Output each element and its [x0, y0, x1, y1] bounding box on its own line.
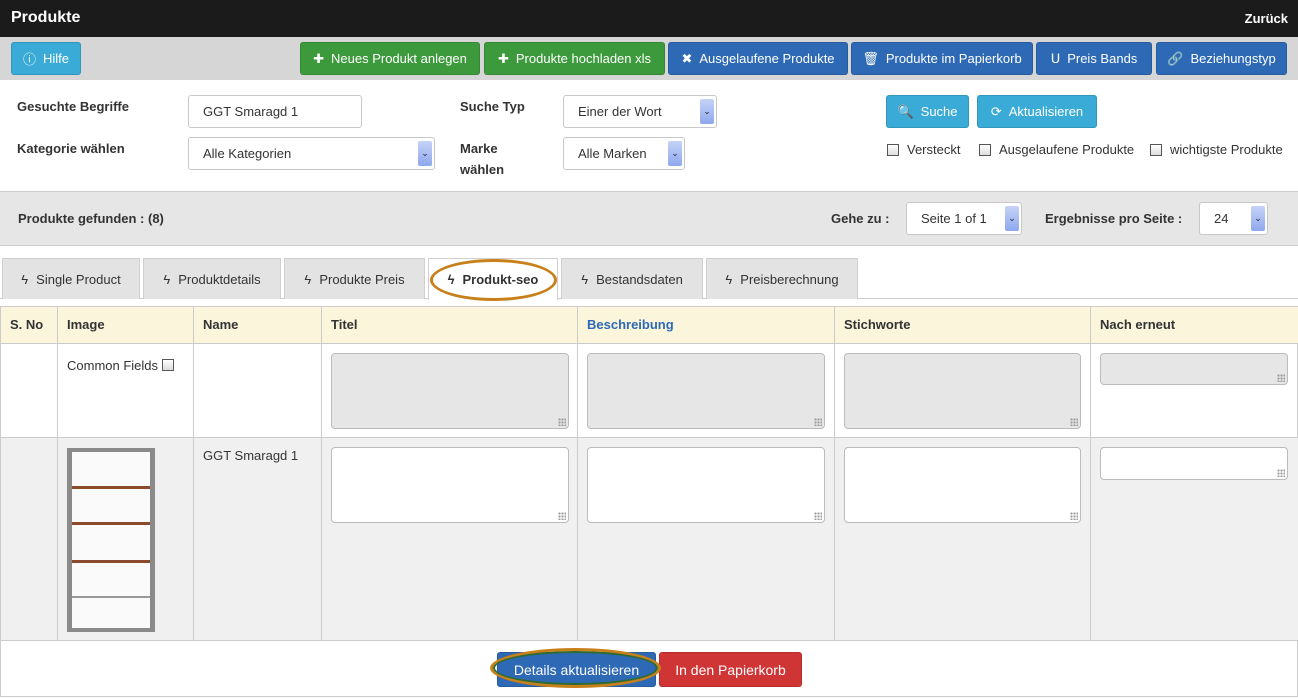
bolt-icon: ϟ	[163, 271, 171, 287]
keywords-textarea[interactable]	[844, 447, 1081, 523]
bolt-icon: ϟ	[725, 271, 733, 287]
col-titel: Titel	[322, 307, 578, 344]
discontinued-checkbox[interactable]: Ausgelaufene Produkte	[979, 142, 1134, 157]
per-page-label: Ergebnisse pro Seite :	[1045, 211, 1183, 226]
back-link[interactable]: Zurück	[1245, 11, 1288, 26]
results-bar: Produkte gefunden : (8) Gehe zu : Seite …	[0, 191, 1298, 246]
search-icon: 🔍	[897, 103, 914, 119]
upload-xls-button[interactable]: ✚ Produkte hochladen xls	[484, 42, 665, 75]
move-to-trash-button[interactable]: In den Papierkorb	[659, 652, 802, 687]
common-description-textarea[interactable]	[587, 353, 825, 429]
search-button[interactable]: 🔍 Suche	[886, 95, 969, 128]
page-select[interactable]: Seite 1 of 1 ⌄	[906, 202, 1022, 235]
discontinued-products-button[interactable]: ✖ Ausgelaufene Produkte	[668, 42, 848, 75]
x-icon: ✖	[681, 50, 693, 66]
common-nach-erneut-input[interactable]	[1100, 353, 1288, 385]
highlight-ring	[490, 648, 661, 688]
magnet-icon: Ս	[1050, 50, 1061, 66]
category-select[interactable]: Alle Kategorien ⌄	[188, 137, 435, 170]
col-name: Name	[194, 307, 322, 344]
info-icon: ⓘ	[22, 52, 36, 67]
common-title-textarea[interactable]	[331, 353, 569, 429]
seo-table: S. No Image Name Titel Beschreibung Stic…	[0, 306, 1298, 697]
trash-icon: 🗑	[862, 50, 879, 66]
bolt-icon: ϟ	[21, 271, 29, 287]
search-terms-label: Gesuchte Begriffe	[17, 99, 129, 114]
relationship-type-button[interactable]: 🔗 Beziehungstyp	[1156, 42, 1287, 75]
chevron-down-icon: ⌄	[700, 99, 714, 124]
link-icon: 🔗	[1167, 50, 1184, 66]
tab-preisberechnung[interactable]: ϟ Preisberechnung	[706, 258, 858, 299]
brand-select[interactable]: Alle Marken ⌄	[563, 137, 685, 170]
price-bands-button[interactable]: Ս Preis Bands	[1036, 42, 1152, 75]
search-type-select[interactable]: Einer der Wort ⌄	[563, 95, 717, 128]
refresh-icon: ⟳	[990, 103, 1002, 119]
common-row	[1, 344, 58, 438]
col-stichworte: Stichworte	[835, 307, 1091, 344]
brand-label: Marke	[460, 141, 498, 156]
tab-produktdetails[interactable]: ϟ Produktdetails	[143, 258, 281, 299]
brand-label-2: wählen	[460, 162, 505, 177]
description-textarea[interactable]	[587, 447, 825, 523]
product-row	[1, 438, 58, 641]
highlight-ring	[430, 259, 557, 301]
important-checkbox[interactable]: wichtigste Produkte	[1150, 142, 1283, 157]
plus-icon: ✚	[313, 50, 325, 66]
nach-erneut-input[interactable]	[1100, 447, 1288, 480]
products-found: Produkte gefunden : (8)	[18, 211, 164, 226]
product-image	[67, 448, 155, 632]
col-beschreibung[interactable]: Beschreibung	[578, 307, 835, 344]
tab-single-product[interactable]: ϟ Single Product	[2, 258, 140, 299]
refresh-button[interactable]: ⟳ Aktualisieren	[977, 95, 1097, 128]
col-sno: S. No	[1, 307, 58, 344]
common-keywords-textarea[interactable]	[844, 353, 1081, 429]
tab-produkte-preis[interactable]: ϟ Produkte Preis	[284, 258, 425, 299]
toolbar: ⓘ Hilfe ✚ Neues Produkt anlegen ✚ Produkte …	[0, 37, 1298, 80]
trash-products-button[interactable]: 🗑 Produkte im Papierkorb	[851, 42, 1033, 75]
common-fields-checkbox[interactable]: Common Fields	[67, 358, 174, 373]
per-page-select[interactable]: 24 ⌄	[1199, 202, 1268, 235]
tab-bestandsdaten[interactable]: ϟ Bestandsdaten	[561, 258, 703, 299]
new-product-button[interactable]: ✚ Neues Produkt anlegen	[300, 42, 480, 75]
bolt-icon: ϟ	[304, 271, 312, 287]
search-type-label: Suche Typ	[460, 99, 525, 114]
col-nach-erneut: Nach erneut	[1091, 307, 1298, 344]
search-terms-input[interactable]: GGT Smaragd 1	[188, 95, 362, 128]
chevron-down-icon: ⌄	[668, 141, 682, 166]
page-title: Produkte	[11, 9, 81, 26]
chevron-down-icon: ⌄	[1251, 206, 1265, 231]
hidden-checkbox[interactable]: Versteckt	[887, 142, 960, 157]
title-bar: Produkte Zurück	[0, 0, 1298, 37]
col-image: Image	[58, 307, 194, 344]
chevron-down-icon: ⌄	[418, 141, 432, 166]
goto-label: Gehe zu :	[831, 211, 890, 226]
title-textarea[interactable]	[331, 447, 569, 523]
product-name: GGT Smaragd 1	[194, 438, 322, 641]
chevron-down-icon: ⌄	[1005, 206, 1019, 231]
category-label: Kategorie wählen	[17, 141, 125, 156]
bolt-icon: ϟ	[581, 271, 589, 287]
help-button[interactable]: ⓘ Hilfe	[11, 42, 81, 75]
plus-icon: ✚	[497, 50, 509, 66]
